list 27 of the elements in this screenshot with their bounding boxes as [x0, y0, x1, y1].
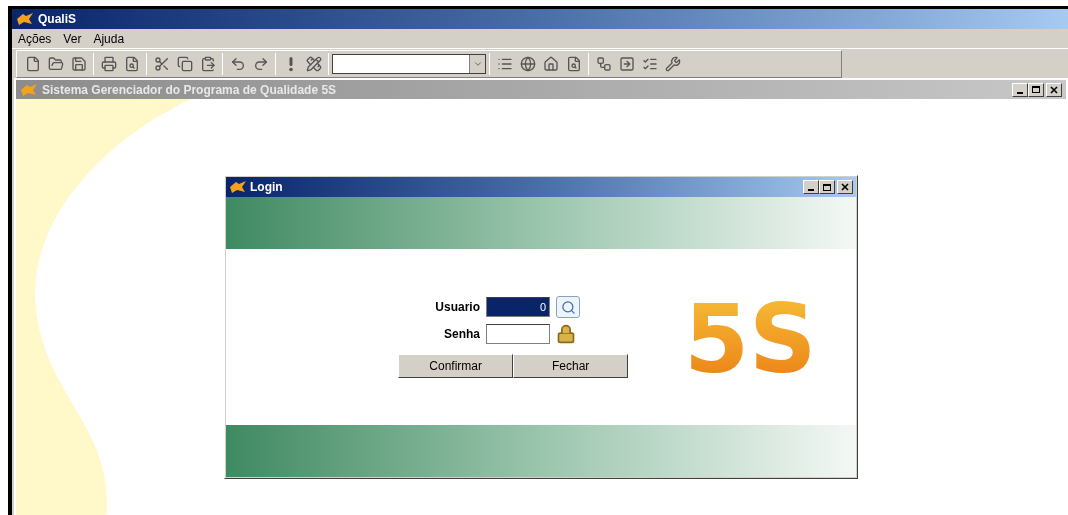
app-icon [16, 12, 34, 26]
window-title: QualiS [38, 11, 76, 28]
menu-item[interactable]: Ver [63, 29, 82, 48]
minimize-button[interactable] [803, 180, 819, 194]
app-icon [20, 82, 38, 97]
close-button[interactable] [837, 180, 853, 194]
field-label: Senha [443, 326, 480, 343]
close-icon [1050, 85, 1058, 94]
maximize-button[interactable] [819, 180, 835, 194]
search-icon[interactable] [556, 296, 580, 318]
login-title: Login [250, 179, 284, 196]
close-icon [841, 183, 849, 191]
app-icon [229, 180, 247, 194]
dialog-button[interactable]: Fechar [513, 354, 629, 378]
input-field[interactable] [486, 324, 550, 344]
lock-icon [556, 324, 576, 344]
dialog-button[interactable]: Confirmar [398, 354, 514, 378]
minimize-button[interactable] [1012, 82, 1028, 97]
logo: 5S [680, 287, 856, 387]
menu-item[interactable]: Ações [18, 29, 52, 48]
combo-box[interactable] [332, 53, 486, 74]
close-button[interactable] [1046, 82, 1062, 97]
menu-item[interactable]: Ajuda [93, 29, 125, 48]
input-field[interactable]: 0 [486, 297, 550, 317]
field-label: Usuario [434, 299, 480, 316]
child-window-title: Sistema Gerenciador do Programa de Qualidade 5S [42, 81, 338, 99]
maximize-button[interactable] [1028, 82, 1044, 97]
